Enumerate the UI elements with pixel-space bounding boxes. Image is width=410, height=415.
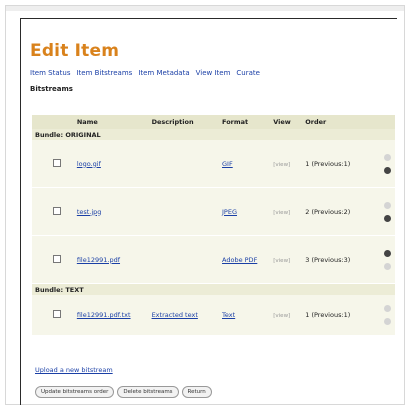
move-down-icon[interactable] <box>384 318 391 325</box>
bitstream-name-link[interactable]: file12991.pdf <box>77 256 120 264</box>
col-view-header: View <box>273 115 306 129</box>
item-tabs: Item Status Item Bitstreams Item Metadat… <box>30 69 260 77</box>
move-up-icon[interactable] <box>384 249 391 257</box>
table-header-row: Name Description Format View Order <box>32 115 395 129</box>
bundle-label: Bundle: ORIGINAL <box>32 129 395 140</box>
bundle-row: Bundle: TEXT <box>32 283 395 295</box>
return-button[interactable]: Return <box>181 386 212 398</box>
bundle-label: Bundle: TEXT <box>32 283 395 295</box>
section-heading: Bitstreams <box>30 85 73 93</box>
bitstream-name-link[interactable]: logo.gif <box>77 160 101 168</box>
bitstream-description <box>151 140 223 188</box>
table-row: file12991.pdf.txt Extracted text Text [v… <box>32 295 395 336</box>
row-checkbox[interactable] <box>53 254 61 263</box>
bitstream-order: 1 (Previous:1) <box>305 295 380 336</box>
page-title: Edit Item <box>30 41 120 61</box>
content-area: Edit Item Item Status Item Bitstreams It… <box>20 18 397 405</box>
upload-bitstream-container: Upload a new bitstream <box>35 366 113 374</box>
col-name-header: Name <box>76 115 152 129</box>
delete-bitstreams-button[interactable]: Delete bitstreams <box>117 386 179 398</box>
col-format-header: Format <box>222 115 274 129</box>
frame-top-bar <box>6 6 404 11</box>
tab-item-bitstreams[interactable]: Item Bitstreams <box>76 69 132 77</box>
bitstream-name-link[interactable]: file12991.pdf.txt <box>77 311 131 319</box>
bitstream-order: 2 (Previous:2) <box>305 187 380 236</box>
tab-item-metadata[interactable]: Item Metadata <box>138 69 189 77</box>
bitstream-view-link[interactable]: [view] <box>273 313 290 319</box>
move-down-icon[interactable] <box>384 262 391 270</box>
table-row: logo.gif GIF [view] 1 (Previous:1) <box>32 140 395 188</box>
bitstreams-table: Name Description Format View Order Bundl… <box>32 115 395 336</box>
bitstream-description <box>151 235 223 284</box>
bitstream-format-link[interactable]: Adobe PDF <box>222 256 257 264</box>
col-checkbox-header <box>32 115 77 129</box>
bitstream-format-link[interactable]: Text <box>222 311 235 319</box>
bitstream-name-link[interactable]: test.jpg <box>77 208 102 216</box>
page-frame: Edit Item Item Status Item Bitstreams It… <box>5 5 405 405</box>
move-down-icon[interactable] <box>384 166 391 174</box>
col-description-header: Description <box>151 115 223 129</box>
upload-bitstream-link[interactable]: Upload a new bitstream <box>35 366 113 374</box>
table-row: file12991.pdf Adobe PDF [view] 3 (Previo… <box>32 235 395 284</box>
bitstream-format-link[interactable]: JPEG <box>222 208 237 216</box>
col-order-header: Order <box>305 115 380 129</box>
move-up-icon[interactable] <box>384 153 391 161</box>
bitstream-format-link[interactable]: GIF <box>222 160 233 168</box>
col-arrows-header <box>380 115 395 129</box>
tab-curate[interactable]: Curate <box>236 69 260 77</box>
row-checkbox[interactable] <box>53 158 61 167</box>
bitstream-view-link[interactable]: [view] <box>273 258 290 264</box>
bitstream-view-link[interactable]: [view] <box>273 162 290 168</box>
move-up-icon[interactable] <box>384 305 391 312</box>
bitstream-view-link[interactable]: [view] <box>273 210 290 216</box>
table-row: test.jpg JPEG [view] 2 (Previous:2) <box>32 187 395 236</box>
bundle-row: Bundle: ORIGINAL <box>32 129 395 140</box>
action-buttons: Update bitstreams order Delete bitstream… <box>35 386 212 398</box>
bitstream-order: 1 (Previous:1) <box>305 140 380 188</box>
bitstream-description <box>151 187 223 236</box>
tab-view-item[interactable]: View Item <box>196 69 231 77</box>
move-up-icon[interactable] <box>384 201 391 209</box>
update-order-button[interactable]: Update bitstreams order <box>35 386 115 398</box>
row-checkbox[interactable] <box>53 206 61 215</box>
bitstream-description[interactable]: Extracted text <box>152 311 198 319</box>
row-checkbox[interactable] <box>53 310 61 318</box>
bitstream-order: 3 (Previous:3) <box>305 235 380 284</box>
tab-item-status[interactable]: Item Status <box>30 69 70 77</box>
move-down-icon[interactable] <box>384 214 391 222</box>
